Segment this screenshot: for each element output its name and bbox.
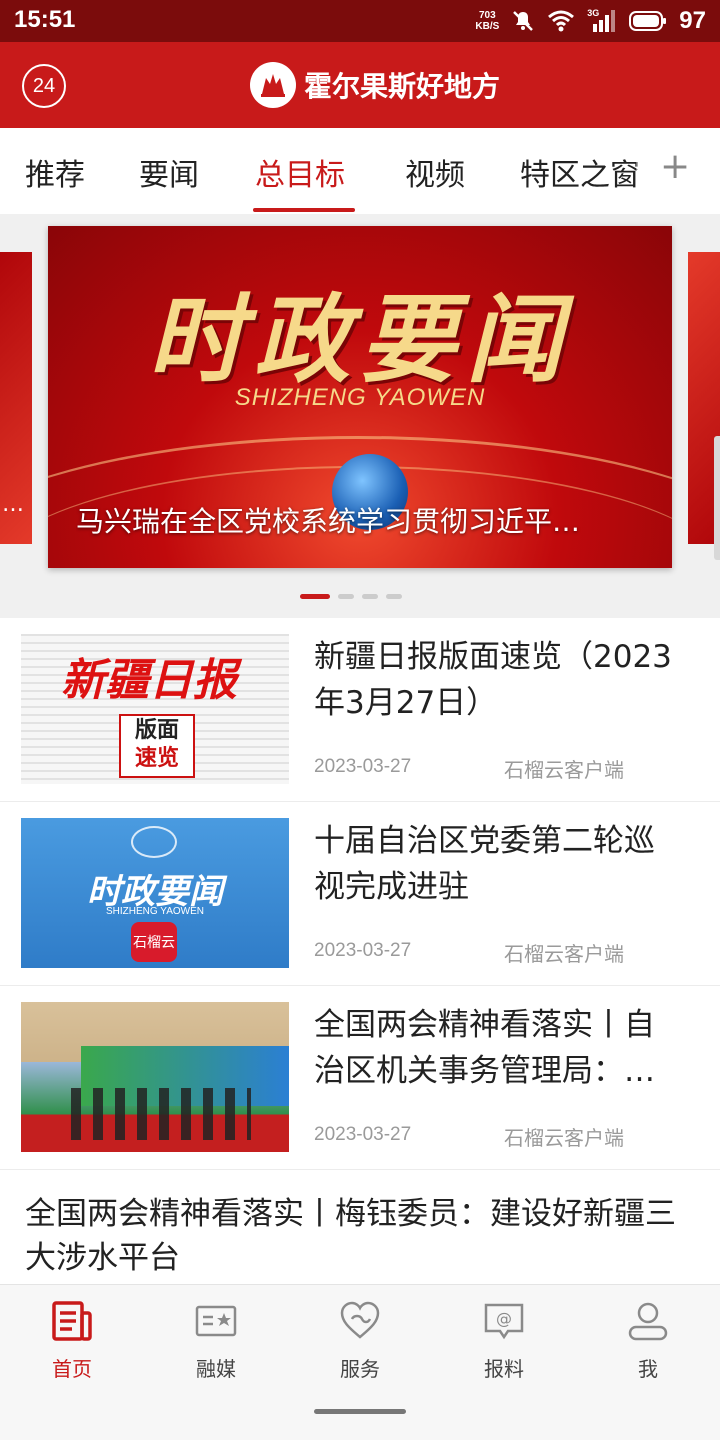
carousel-dot[interactable] [386, 594, 402, 599]
app-header: 24 霍尔果斯好地方 [0, 42, 720, 128]
battery-level: 97 [679, 7, 706, 34]
globe-icon [131, 826, 177, 858]
news-item[interactable]: 时政要闻 SHIZHENG YAOWEN 石榴云 十届自治区党委第二轮巡视完成进… [0, 802, 720, 986]
network-speed: 703 KB/S [475, 10, 500, 32]
banner-prev-slide[interactable]: … [0, 252, 32, 544]
nav-service[interactable]: 服务 [310, 1299, 410, 1381]
mute-icon [513, 11, 534, 31]
news-source: 石榴云客户端 [504, 942, 624, 966]
banner-subtitle: SHIZHENG YAOWEN [234, 384, 486, 411]
add-channel-icon[interactable]: + [660, 146, 690, 187]
nav-label: 我 [638, 1357, 658, 1381]
status-bar: 15:51 703 KB/S 3G 97 [0, 0, 720, 42]
tab-special-zone[interactable]: 特区之窗 [520, 150, 640, 194]
news-date: 2023-03-27 [314, 940, 412, 961]
news-thumbnail: 新疆日报 版面 速览 [21, 634, 289, 784]
news-item[interactable]: 全国两会精神看落实丨梅钰委员：建设好新疆三大涉水平台 [0, 1172, 720, 1284]
nav-media[interactable]: 融媒 [166, 1299, 266, 1381]
carousel-dots [300, 594, 402, 599]
nav-label: 报料 [484, 1357, 524, 1381]
carousel-dot[interactable] [362, 594, 378, 599]
news-title[interactable]: 全国两会精神看落实丨梅钰委员：建设好新疆三大涉水平台 [25, 1192, 685, 1280]
banner-caption: 马兴瑞在全区党校系统学习贯彻习近平… [76, 505, 581, 538]
app-logo-icon: 石榴云 [131, 922, 177, 962]
tab-recommend[interactable]: 推荐 [25, 150, 85, 194]
nav-label: 融媒 [196, 1357, 236, 1381]
media-card-icon [195, 1305, 237, 1337]
nav-label: 首页 [52, 1357, 92, 1381]
brand: 霍尔果斯好地方 [250, 62, 500, 108]
banner-slide[interactable]: 时政要闻 SHIZHENG YAOWEN 马兴瑞在全区党校系统学习贯彻习近平… [48, 226, 672, 568]
home-indicator[interactable] [314, 1409, 406, 1414]
bottom-navigation: 首页 融媒 服务 @ 报料 我 [0, 1284, 720, 1440]
app-title: 霍尔果斯好地方 [304, 70, 501, 103]
news-source: 石榴云客户端 [504, 758, 624, 782]
news-title[interactable]: 新疆日报版面速览（2023年3月27日） [314, 634, 674, 726]
nav-label: 服务 [340, 1357, 380, 1381]
thumb-subtitle: SHIZHENG YAOWEN [106, 906, 204, 917]
tab-headlines[interactable]: 要闻 [139, 150, 199, 194]
news-item[interactable]: 新疆日报 版面 速览 新疆日报版面速览（2023年3月27日） 2023-03-… [0, 618, 720, 802]
carousel-dot[interactable] [338, 594, 354, 599]
person-icon [628, 1302, 668, 1341]
news-date: 2023-03-27 [314, 1124, 412, 1145]
nav-me[interactable]: 我 [598, 1299, 698, 1381]
news-thumbnail: 时政要闻 SHIZHENG YAOWEN 石榴云 [21, 818, 289, 968]
tab-general-goal[interactable]: 总目标 [255, 150, 345, 194]
cell-signal-icon: 3G [587, 8, 617, 34]
status-time: 15:51 [14, 6, 76, 33]
photo-people [71, 1088, 251, 1140]
status-icons: 703 KB/S 3G 97 [475, 6, 706, 36]
channel-tabs: 推荐 要闻 总目标 视频 特区之窗 民 + [0, 128, 720, 214]
heart-service-icon [340, 1301, 380, 1339]
news-date: 2023-03-27 [314, 756, 412, 777]
news-source: 石榴云客户端 [504, 1126, 624, 1150]
news-title[interactable]: 十届自治区党委第二轮巡视完成进驻 [314, 818, 674, 910]
nav-home[interactable]: 首页 [22, 1299, 122, 1381]
nav-report[interactable]: @ 报料 [454, 1299, 554, 1381]
wifi-icon [548, 10, 575, 32]
carousel-dot-active[interactable] [300, 594, 330, 599]
active-tab-indicator [253, 208, 355, 212]
news-title[interactable]: 全国两会精神看落实丨自治区机关事务管理局：… [314, 1002, 674, 1094]
brand-logo-icon [250, 62, 296, 108]
at-message-icon: @ [484, 1303, 524, 1340]
home-news-icon [52, 1301, 92, 1341]
svg-text:@: @ [496, 1309, 512, 1328]
battery-icon [629, 11, 667, 31]
banner-carousel[interactable]: … 时政要闻 SHIZHENG YAOWEN 马兴瑞在全区党校系统学习贯彻习近平… [0, 214, 720, 618]
news-item[interactable]: 全国两会精神看落实丨自治区机关事务管理局：… 2023-03-27 石榴云客户端 [0, 986, 720, 1170]
news-thumbnail [21, 1002, 289, 1152]
banner-big-title: 时政要闻 [148, 284, 572, 396]
tab-video[interactable]: 视频 [405, 150, 465, 194]
paper-label-box: 版面 速览 [119, 714, 195, 778]
paper-masthead: 新疆日报 [61, 655, 237, 706]
edge-handle[interactable] [714, 436, 720, 560]
24-hour-button[interactable]: 24 [22, 64, 66, 108]
